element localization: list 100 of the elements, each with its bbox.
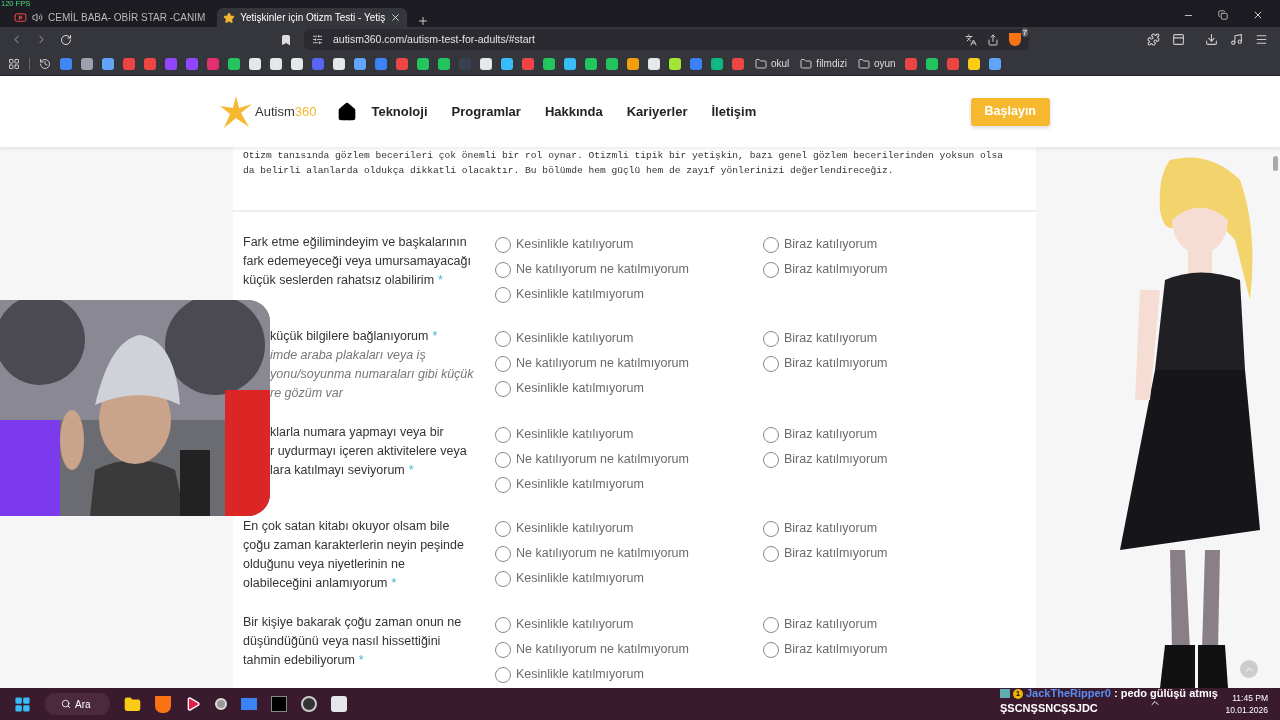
bookmark-icon[interactable] <box>648 57 660 70</box>
close-icon[interactable] <box>1252 9 1264 21</box>
play-icon <box>14 11 27 24</box>
bookmark-folder[interactable]: oyun <box>857 56 896 71</box>
taskbar-search[interactable]: Ara <box>45 693 110 715</box>
option-label: Kesinlikle katılıyorum <box>516 426 634 444</box>
question-note: imde araba plakaları veya iş <box>270 348 426 362</box>
start-icon[interactable] <box>14 695 31 713</box>
url-text: autism360.com/autism-test-for-adults/#start <box>333 31 535 47</box>
folder-icon[interactable] <box>124 695 141 713</box>
browser-tab[interactable]: Yetişkinler için Otizm Testi - Yetiş <box>217 8 408 27</box>
download-icon[interactable] <box>1205 33 1218 46</box>
option-label: Ne katılıyorum ne katılmıyorum <box>516 261 689 279</box>
question-text: olabileceğini anlamıyorum <box>243 576 388 590</box>
bookmark-icon[interactable] <box>333 57 345 70</box>
play-icon[interactable] <box>185 696 201 712</box>
bookmark-icon[interactable] <box>501 57 513 70</box>
restore-icon[interactable] <box>1218 10 1228 20</box>
bookmark-icon[interactable] <box>627 57 639 70</box>
question-note: re gözüm var <box>270 386 343 400</box>
option-label: Biraz katılmıyorum <box>784 545 888 563</box>
address-bar[interactable]: autism360.com/autism-test-for-adults/#start 7 <box>304 29 1029 50</box>
bookmark-icon[interactable] <box>228 57 240 70</box>
new-tab-icon[interactable] <box>417 15 430 27</box>
bookmark-icon[interactable] <box>543 57 555 70</box>
extensions-icon[interactable] <box>1147 33 1160 46</box>
question-text: olduğunu veya niyetlerinin ne <box>243 557 405 571</box>
bookmark-icon[interactable] <box>417 57 429 70</box>
bookmark-icon[interactable] <box>480 57 492 70</box>
bookmark-icon[interactable] <box>354 57 366 70</box>
question-text: düşündüğünü veya nasıl hissettiğini <box>243 634 441 648</box>
tab-search-icon[interactable] <box>1172 33 1185 46</box>
home-icon[interactable] <box>337 101 358 122</box>
chat-badge-icon <box>1000 689 1010 698</box>
option-label: Kesinlikle katılıyorum <box>516 236 634 254</box>
share-icon[interactable] <box>987 33 999 46</box>
option-label: Biraz katılıyorum <box>784 236 878 254</box>
logo-text: Autism <box>255 102 295 121</box>
required-asterisk: * <box>438 273 443 287</box>
bookmark-icon[interactable] <box>925 57 938 70</box>
bookmark-icon[interactable] <box>249 57 261 70</box>
shield-icon[interactable] <box>1009 33 1021 46</box>
music-icon[interactable] <box>1230 33 1243 46</box>
history-icon[interactable] <box>39 57 51 70</box>
bookmark-icon[interactable] <box>270 57 282 70</box>
nav-link[interactable]: İletişim <box>711 101 757 122</box>
translate-icon[interactable] <box>965 33 977 46</box>
option-label: Kesinlikle katılmıyorum <box>516 476 644 494</box>
clock-date: 10.01.2026 <box>1225 704 1268 716</box>
speaker-icon <box>32 12 43 23</box>
nav-link[interactable]: Hakkında <box>544 101 603 122</box>
browser-tab[interactable]: CEMİL BABA- OBİR STAR -CANIM <box>8 8 212 27</box>
option-label: Kesinlikle katılmıyorum <box>516 286 644 304</box>
bookmark-icon[interactable] <box>669 57 681 70</box>
bookmark-icon[interactable] <box>606 57 618 70</box>
bookmark-icon[interactable] <box>438 57 450 70</box>
apps-icon[interactable] <box>8 57 20 70</box>
question-text: çoğu zaman karakterlerin neyin peşinde <box>243 538 464 552</box>
bookmark-icon[interactable] <box>585 57 597 70</box>
webcam-icon[interactable] <box>215 698 227 710</box>
close-icon[interactable] <box>390 12 402 23</box>
required-asterisk: * <box>408 463 414 477</box>
option-label: Kesinlikle katılmıyorum <box>516 380 644 398</box>
browser-icon[interactable] <box>155 695 171 713</box>
option-label: Biraz katılıyorum <box>784 616 878 634</box>
tab-title: CEMİL BABA- OBİR STAR -CANIM <box>48 10 206 25</box>
menu-icon[interactable] <box>1255 33 1268 46</box>
bookmark-icon[interactable] <box>988 57 1001 70</box>
clock-time: 11:45 PM <box>1232 692 1268 704</box>
recorder-icon[interactable] <box>301 696 317 712</box>
option-label: Ne katılıyorum ne katılmıyorum <box>516 451 689 469</box>
bookmark-icon[interactable] <box>967 57 980 70</box>
question-text: En çok satan kitabı okuyor olsam bile <box>243 519 450 533</box>
bookmark-icon[interactable] <box>102 57 114 70</box>
bookmark-icon[interactable] <box>564 57 576 70</box>
option-label: Biraz katılmıyorum <box>784 355 888 373</box>
bookmark-icon[interactable] <box>291 57 303 70</box>
option-label: Kesinlikle katılıyorum <box>516 616 634 634</box>
nav-link[interactable]: Teknoloji <box>371 101 428 122</box>
logo-number: 360 <box>294 102 317 121</box>
question-text: klarla numara yapmayı veya bir <box>270 425 444 439</box>
site-settings-icon[interactable] <box>312 34 323 45</box>
app-icon[interactable] <box>271 696 287 712</box>
option-label: Ne katılıyorum ne katılmıyorum <box>516 641 689 659</box>
option-label: Kesinlikle katılıyorum <box>516 520 634 538</box>
scrollbar-thumb[interactable] <box>1273 156 1278 171</box>
required-asterisk: * <box>432 329 438 343</box>
bookmark-folder[interactable]: filmdizi <box>800 56 847 71</box>
bookmark-folder[interactable]: okul <box>755 56 790 71</box>
option-label: Ne katılıyorum ne katılmıyorum <box>516 355 689 373</box>
bookmark-icon[interactable] <box>711 57 723 70</box>
option-label: Kesinlikle katılmıyorum <box>516 666 644 684</box>
question-text: küçük seslerden rahatsız olabilirim <box>243 273 435 287</box>
question-text: Fark etme eğilimindeyim ve başkalarının <box>243 235 467 249</box>
bookmark-icon[interactable] <box>280 33 292 46</box>
chat-message: : pedo gülüşü atmış <box>1114 686 1218 701</box>
nav-link[interactable]: Programlar <box>451 101 521 122</box>
bookmark-icon[interactable] <box>81 57 93 70</box>
reload-icon[interactable] <box>60 33 72 46</box>
nav-link[interactable]: Kariyerler <box>626 101 688 122</box>
